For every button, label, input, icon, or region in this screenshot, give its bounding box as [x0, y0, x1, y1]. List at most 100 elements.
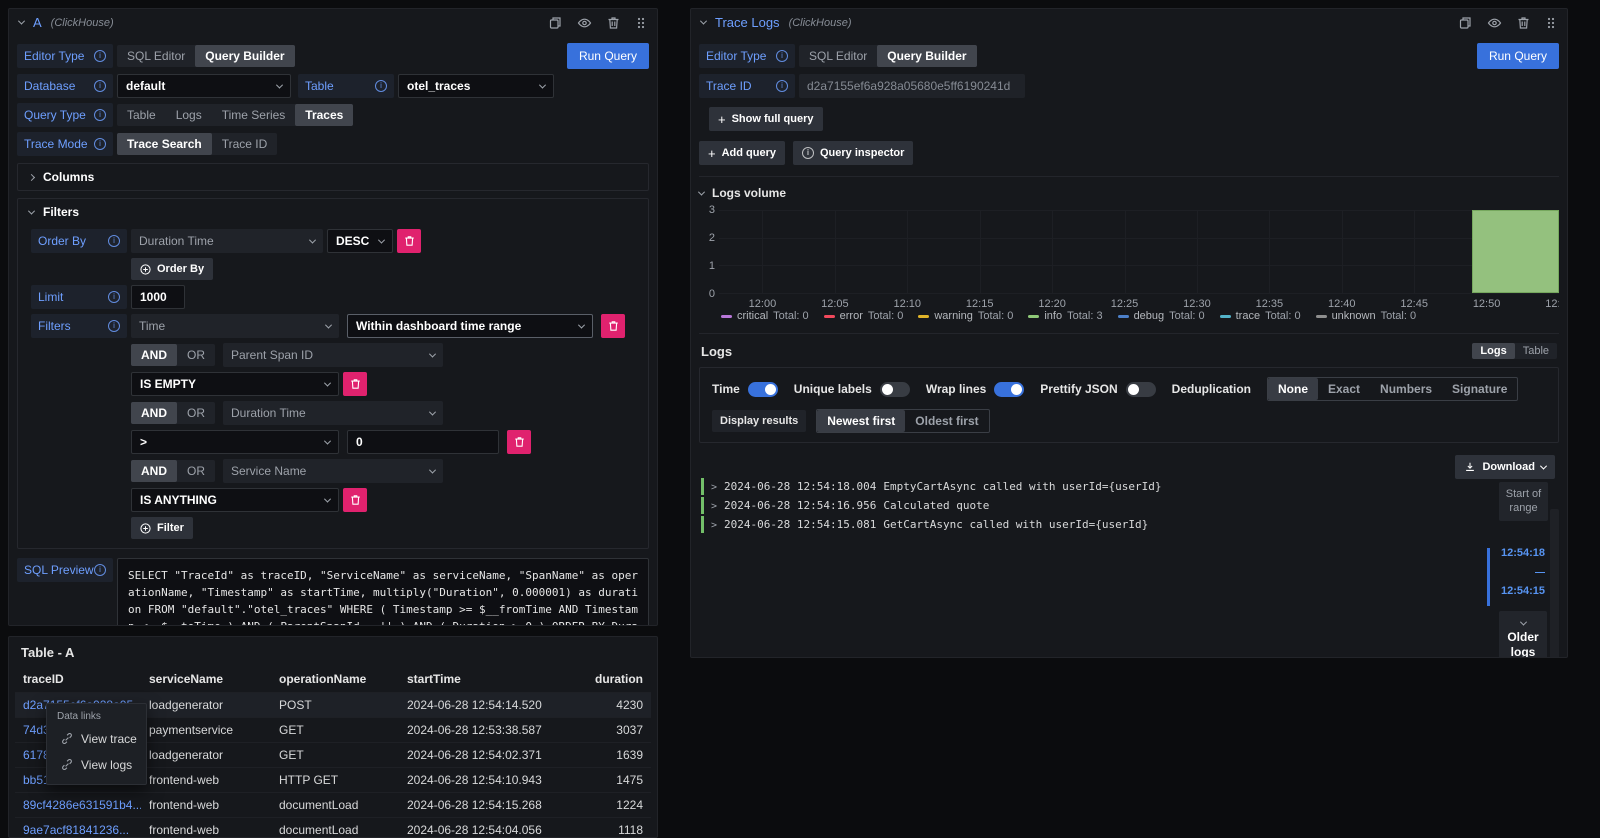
toggle-switch[interactable] — [748, 382, 778, 397]
column-header-traceID[interactable]: traceID — [15, 672, 141, 686]
option-trace-search[interactable]: Trace Search — [117, 133, 212, 155]
query-inspector-button[interactable]: iQuery inspector — [793, 141, 913, 165]
view-trace-menu-item[interactable]: View trace — [47, 726, 146, 752]
filter-value-input[interactable]: 0 — [347, 430, 499, 454]
add-query-button[interactable]: +Add query — [699, 141, 785, 165]
eye-icon[interactable] — [1487, 16, 1502, 30]
remove-filter-button[interactable] — [343, 372, 367, 396]
filter-field-select[interactable]: Parent Span ID — [223, 343, 443, 367]
duplicate-icon[interactable] — [1458, 16, 1472, 30]
order-by-field-select[interactable]: Duration Time — [131, 229, 323, 253]
trace-id-link[interactable]: 9ae7acf81841236... — [15, 823, 141, 837]
info-icon[interactable]: i — [94, 564, 106, 576]
option-none[interactable]: None — [1268, 378, 1318, 400]
option-and[interactable]: AND — [131, 460, 177, 482]
info-icon[interactable]: i — [94, 50, 106, 62]
info-icon[interactable]: i — [94, 138, 106, 150]
toggle-switch[interactable] — [880, 382, 910, 397]
trace-id-input[interactable]: d2a7155ef6a928a05680e5ff6190241d — [799, 74, 1025, 98]
run-query-button[interactable]: Run Query — [567, 43, 649, 69]
duplicate-icon[interactable] — [548, 16, 562, 30]
option-trace-id[interactable]: Trace ID — [212, 133, 278, 155]
info-icon[interactable]: i — [108, 235, 120, 247]
run-query-button[interactable]: Run Query — [1477, 43, 1559, 69]
column-header-serviceName[interactable]: serviceName — [141, 672, 271, 686]
option-logs[interactable]: Logs — [166, 104, 212, 126]
filter-operator-select[interactable]: > — [131, 430, 339, 454]
legend-item-error[interactable]: errorTotal: 0 — [824, 310, 904, 322]
expand-log-icon[interactable]: > — [711, 501, 717, 512]
option-or[interactable]: OR — [177, 460, 215, 482]
column-header-operationName[interactable]: operationName — [271, 672, 399, 686]
column-header-duration[interactable]: duration — [555, 672, 651, 686]
legend-item-info[interactable]: infoTotal: 3 — [1028, 310, 1102, 322]
logs-volume-section-header[interactable]: Logs volume — [699, 186, 1559, 200]
legend-item-warning[interactable]: warningTotal: 0 — [918, 310, 1013, 322]
option-newest-first[interactable]: Newest first — [817, 410, 905, 432]
log-row[interactable]: >2024-06-28 12:54:16.956Calculated quote — [701, 497, 1464, 514]
option-signature[interactable]: Signature — [1442, 378, 1517, 400]
log-row[interactable]: >2024-06-28 12:54:15.081GetCartAsync cal… — [701, 516, 1464, 533]
view-logs-menu-item[interactable]: View logs — [47, 752, 146, 778]
info-icon[interactable]: i — [776, 80, 788, 92]
filter-field-select[interactable]: Duration Time — [223, 401, 443, 425]
column-header-startTime[interactable]: startTime — [399, 672, 555, 686]
legend-item-critical[interactable]: criticalTotal: 0 — [721, 310, 809, 322]
eye-icon[interactable] — [577, 16, 592, 30]
info-icon[interactable]: i — [94, 109, 106, 121]
option-sql-editor[interactable]: SQL Editor — [117, 45, 195, 67]
add-filter-button[interactable]: Filter — [131, 517, 193, 539]
option-and[interactable]: AND — [131, 344, 177, 366]
remove-filter-button[interactable] — [601, 314, 625, 338]
option-table[interactable]: Table — [117, 104, 166, 126]
option-oldest-first[interactable]: Oldest first — [905, 410, 988, 432]
option-or[interactable]: OR — [177, 344, 215, 366]
option-exact[interactable]: Exact — [1318, 378, 1370, 400]
info-icon[interactable]: i — [94, 80, 106, 92]
option-numbers[interactable]: Numbers — [1370, 378, 1442, 400]
add-order-by-button[interactable]: Order By — [131, 258, 213, 280]
expand-log-icon[interactable]: > — [711, 520, 717, 531]
limit-input[interactable]: 1000 — [131, 285, 185, 309]
remove-filter-button[interactable] — [343, 488, 367, 512]
toggle-switch[interactable] — [994, 382, 1024, 397]
legend-item-trace[interactable]: traceTotal: 0 — [1220, 310, 1301, 322]
option-query-builder[interactable]: Query Builder — [195, 45, 294, 67]
database-select[interactable]: default — [117, 74, 291, 98]
time-range-select[interactable]: Within dashboard time range — [347, 314, 593, 338]
remove-filter-button[interactable] — [507, 430, 531, 454]
filter-field-select[interactable]: Service Name — [223, 459, 443, 483]
log-scrollbar[interactable] — [1550, 509, 1559, 658]
option-time-series[interactable]: Time Series — [212, 104, 296, 126]
drag-handle-icon[interactable] — [635, 16, 647, 30]
filters-section-header[interactable]: Filters — [18, 199, 648, 225]
download-button[interactable]: Download — [1455, 455, 1555, 479]
option-and[interactable]: AND — [131, 402, 177, 424]
trace-id-link[interactable]: 89cf4286e631591b4... — [15, 798, 141, 812]
legend-item-unknown[interactable]: unknownTotal: 0 — [1316, 310, 1417, 322]
option-query-builder[interactable]: Query Builder — [877, 45, 976, 67]
option-sql-editor[interactable]: SQL Editor — [799, 45, 877, 67]
trash-icon[interactable] — [607, 16, 620, 30]
toggle-switch[interactable] — [1126, 382, 1156, 397]
order-by-direction-select[interactable]: DESC — [327, 229, 393, 253]
show-full-query-button[interactable]: +Show full query — [709, 107, 823, 131]
trash-icon[interactable] — [1517, 16, 1530, 30]
info-icon[interactable]: i — [108, 291, 120, 303]
panel-collapse-icon[interactable] — [18, 18, 25, 25]
table-select[interactable]: otel_traces — [398, 74, 554, 98]
filter-operator-select[interactable]: IS ANYTHING — [131, 488, 339, 512]
panel-title[interactable]: A — [33, 15, 42, 30]
option-table[interactable]: Table — [1515, 343, 1557, 359]
remove-order-by-button[interactable] — [397, 229, 421, 253]
option-traces[interactable]: Traces — [295, 104, 353, 126]
drag-handle-icon[interactable] — [1545, 16, 1557, 30]
expand-log-icon[interactable]: > — [711, 482, 717, 493]
option-or[interactable]: OR — [177, 402, 215, 424]
legend-item-debug[interactable]: debugTotal: 0 — [1118, 310, 1205, 322]
panel-title[interactable]: Trace Logs — [715, 15, 780, 30]
info-icon[interactable]: i — [375, 80, 387, 92]
option-logs[interactable]: Logs — [1472, 343, 1514, 359]
info-icon[interactable]: i — [108, 320, 120, 332]
filter-field-select[interactable]: Time — [131, 314, 339, 338]
